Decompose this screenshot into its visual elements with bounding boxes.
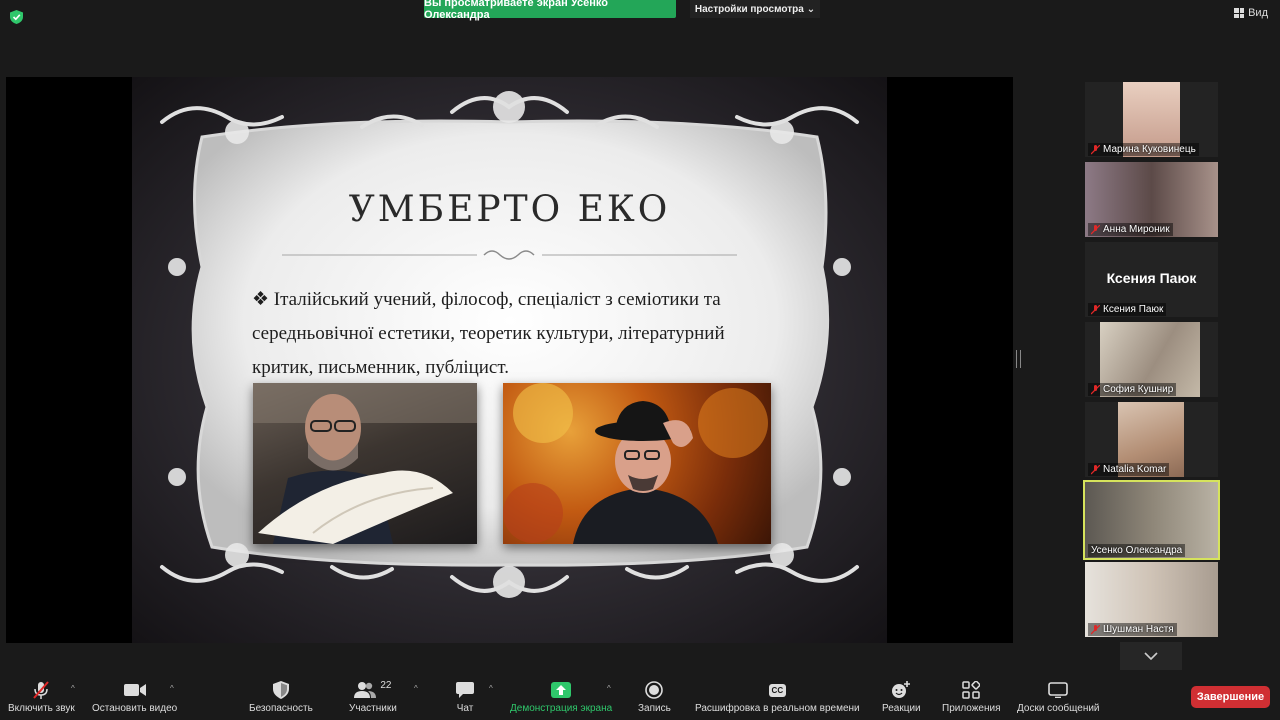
reactions-button[interactable]: Реакции xyxy=(882,680,921,714)
slide-body-text: ❖ Італійський учений, філософ, спеціаліс… xyxy=(252,283,772,385)
video-camera-icon xyxy=(123,684,146,696)
chat-options-caret[interactable]: ^ xyxy=(489,684,493,693)
mic-muted-icon xyxy=(1091,224,1100,234)
slide-title: УМБЕРТО ЕКО xyxy=(348,189,671,230)
end-meeting-button[interactable]: Завершение xyxy=(1191,686,1270,708)
participant-tile[interactable]: София Кушнир xyxy=(1085,322,1218,397)
participant-tile[interactable]: Шушман Настя xyxy=(1085,562,1218,637)
participant-avatar-name: Ксения Паюк xyxy=(1106,270,1197,286)
participant-name: Анна Мироник xyxy=(1088,223,1173,236)
participants-button[interactable]: 22 Участники xyxy=(349,679,397,715)
participants-options-caret[interactable]: ^ xyxy=(414,684,418,693)
participant-name: Шушман Настя xyxy=(1088,623,1177,636)
slide-paragraph: Італійський учений, філософ, спеціаліст … xyxy=(252,289,725,378)
chat-button[interactable]: Чат xyxy=(456,680,474,714)
chat-bubble-icon xyxy=(456,682,474,698)
shield-icon xyxy=(272,681,289,699)
view-button[interactable]: Вид xyxy=(1234,7,1268,19)
security-shield-icon[interactable] xyxy=(10,10,23,24)
whiteboards-button[interactable]: Доски сообщений xyxy=(1017,680,1100,714)
mic-muted-icon xyxy=(1091,304,1100,314)
smiley-plus-icon xyxy=(892,681,911,698)
participant-tile[interactable]: Марина Куковинець xyxy=(1085,82,1218,157)
security-button[interactable]: Безопасность xyxy=(249,680,313,714)
stop-video-button[interactable]: Остановить видео xyxy=(92,680,177,714)
closed-captions-icon: CC xyxy=(768,683,787,697)
shared-screen: УМБЕРТО ЕКО ❖ Італійський учений, філосо… xyxy=(6,77,1013,643)
mic-muted-icon xyxy=(1091,624,1100,634)
participant-name: София Кушнир xyxy=(1088,383,1177,396)
participant-name: Марина Куковинець xyxy=(1088,143,1199,156)
photo-reading-book xyxy=(253,383,477,544)
participant-tile[interactable]: Анна Мироник xyxy=(1085,162,1218,237)
presentation-slide: УМБЕРТО ЕКО ❖ Італійський учений, філосо… xyxy=(132,77,887,643)
view-settings-button[interactable]: Настройки просмотра ⌄ xyxy=(690,0,820,18)
chevron-down-icon xyxy=(1144,652,1158,660)
share-options-caret[interactable]: ^ xyxy=(607,684,611,693)
panel-resize-handle[interactable] xyxy=(1016,350,1021,368)
screen-sharing-banner: Вы просматриваете экран Усенко Олександр… xyxy=(424,0,676,21)
share-screen-icon xyxy=(551,682,572,698)
users-icon xyxy=(354,682,377,698)
participants-scroll-down-button[interactable] xyxy=(1120,642,1182,670)
participant-name: Natalia Komar xyxy=(1088,463,1170,476)
video-options-caret[interactable]: ^ xyxy=(170,684,174,693)
record-icon xyxy=(645,681,664,699)
mic-muted-icon xyxy=(33,681,50,699)
audio-options-caret[interactable]: ^ xyxy=(71,684,75,693)
participants-count: 22 xyxy=(380,679,392,691)
view-button-label: Вид xyxy=(1248,7,1268,19)
share-screen-button[interactable]: Демонстрация экрана xyxy=(510,680,612,714)
participant-tile[interactable]: Ксения Паюк Ксения Паюк xyxy=(1085,242,1218,317)
participant-name: Ксения Паюк xyxy=(1088,303,1167,316)
unmute-button[interactable]: Включить звук xyxy=(8,680,75,714)
mic-muted-icon xyxy=(1091,144,1100,154)
participant-name: Усенко Олександра xyxy=(1088,544,1186,557)
grid-view-icon xyxy=(1234,8,1245,18)
mic-muted-icon xyxy=(1091,464,1100,474)
chevron-down-icon: ⌄ xyxy=(806,3,816,15)
apps-button[interactable]: Приложения xyxy=(942,680,1001,714)
apps-icon xyxy=(962,681,981,699)
view-settings-label: Настройки просмотра xyxy=(694,3,804,15)
photo-man-in-hat xyxy=(503,383,771,544)
mic-muted-icon xyxy=(1091,384,1100,394)
whiteboard-icon xyxy=(1048,682,1069,698)
participant-tile[interactable]: Natalia Komar xyxy=(1085,402,1218,477)
participant-tile-active-speaker[interactable]: Усенко Олександра xyxy=(1083,480,1220,560)
live-transcript-button[interactable]: CC Расшифровка в реальном времени xyxy=(695,680,860,714)
bullet-icon: ❖ xyxy=(252,289,270,310)
record-button[interactable]: Запись xyxy=(638,680,671,714)
